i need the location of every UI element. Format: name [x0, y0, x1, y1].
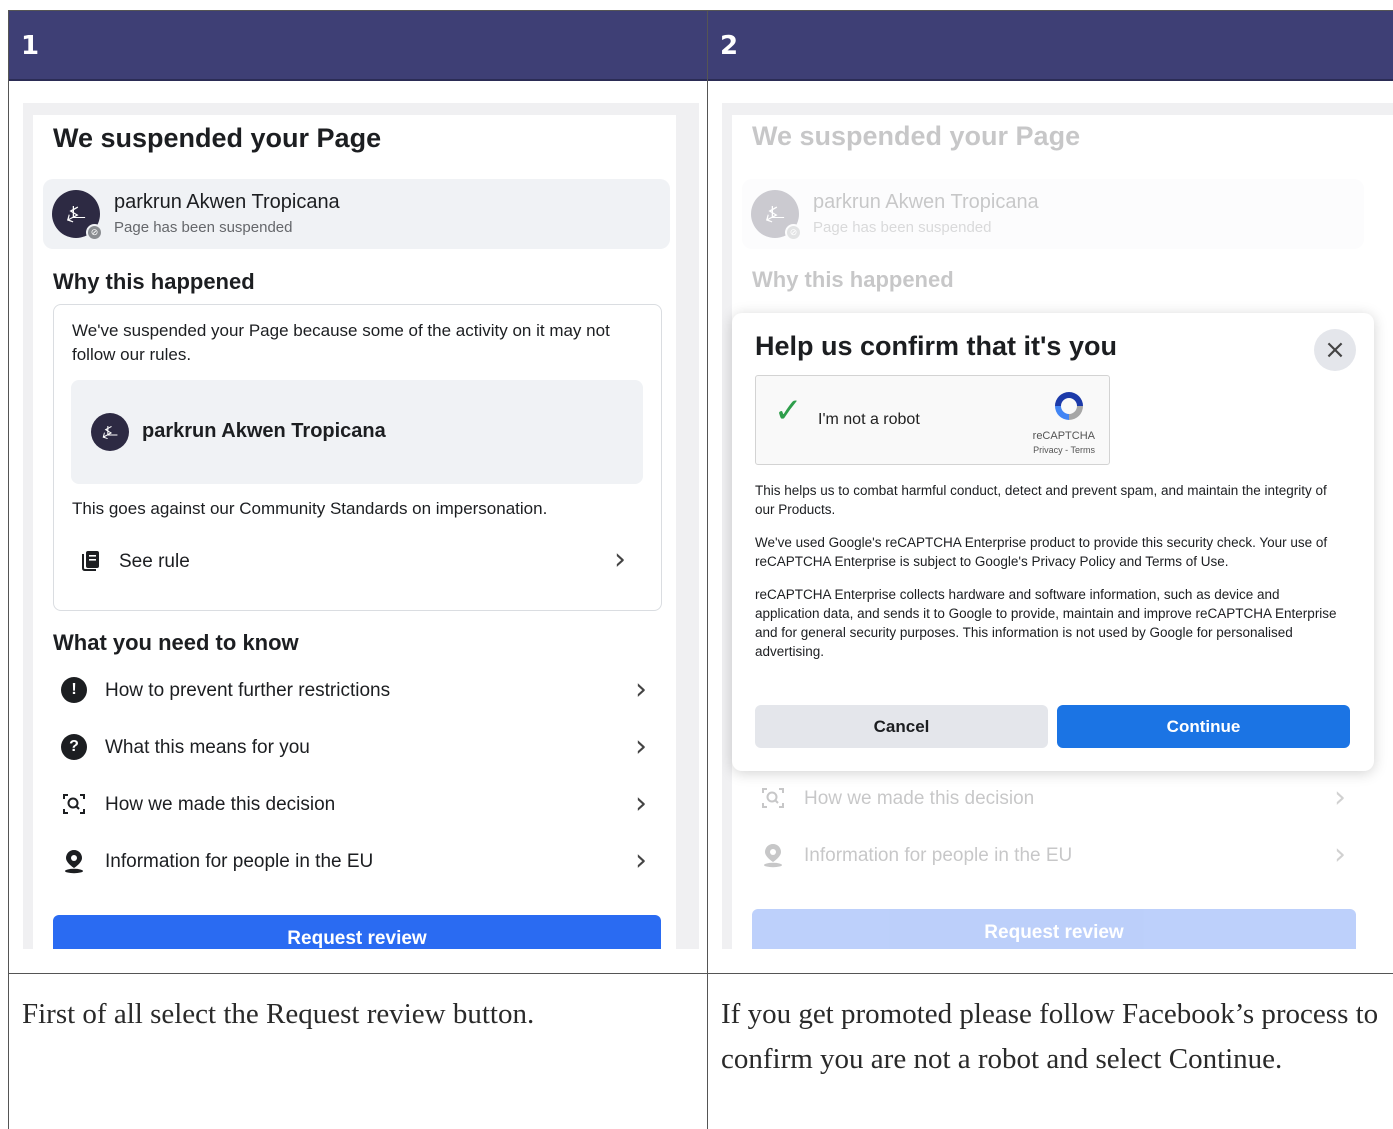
chevron-right-icon: › — [635, 729, 647, 764]
step-2-screenshot: We suspended your Page ⍼ ⊘ parkrun Akwen… — [722, 103, 1393, 949]
standard-text: This goes against our Community Standard… — [72, 499, 548, 518]
captcha-brand: reCAPTCHA — [1032, 430, 1095, 442]
avatar: ⍼ — [91, 413, 129, 451]
know-item-label: Information for people in the EU — [804, 845, 1073, 866]
step-2-caption: If you get promoted please follow Facebo… — [708, 973, 1393, 1129]
know-item-prevent-restrictions[interactable]: ! How to prevent further restrictions › — [57, 671, 647, 711]
tree-icon: ⍼ — [66, 201, 86, 226]
step-1-caption: First of all select the Request review b… — [9, 973, 707, 1129]
chevron-right-icon: › — [635, 786, 647, 821]
suspension-sheet: We suspended your Page ⍼ ⊘ parkrun Akwen… — [33, 115, 676, 949]
dialog-title: Help us confirm that it's you — [755, 331, 1117, 361]
chevron-right-icon: › — [614, 542, 626, 577]
reason-text: We've suspended your Page because some o… — [72, 321, 610, 364]
chevron-right-icon: › — [635, 843, 647, 878]
close-icon[interactable]: × — [1314, 329, 1356, 371]
page-status: Page has been suspended — [114, 219, 293, 236]
tree-icon: ⍼ — [102, 422, 118, 442]
know-item-what-this-means[interactable]: ? What this means for you › — [57, 728, 647, 768]
avatar: ⍼ ⊘ — [52, 190, 103, 241]
page-title: We suspended your Page — [53, 123, 382, 153]
know-item-label: What this means for you — [105, 737, 310, 758]
tree-icon: ⍼ — [765, 201, 785, 226]
step-1-header: 1 — [9, 11, 707, 81]
confirm-identity-dialog: Help us confirm that it's you × ✓ I'm no… — [732, 313, 1374, 771]
dialog-paragraph: reCAPTCHA Enterprise collects hardware a… — [755, 587, 1337, 659]
suspension-sheet: We suspended your Page ⍼ ⊘ parkrun Akwen… — [732, 115, 1393, 949]
question-icon: ? — [61, 734, 87, 760]
why-heading: Why this happened — [53, 269, 255, 294]
step-number: 1 — [21, 31, 40, 61]
page-reference-card: ⍼ parkrun Akwen Tropicana — [71, 380, 643, 484]
step-2-column: 2 We suspended your Page ⍼ ⊘ parkrun Akw… — [708, 11, 1393, 1129]
page-name: parkrun Akwen Tropicana — [114, 191, 340, 213]
know-heading: What you need to know — [53, 630, 299, 655]
page-status: Page has been suspended — [813, 219, 992, 236]
step-2-header: 2 — [708, 11, 1393, 81]
location-pin-icon — [760, 842, 786, 868]
reason-box: We've suspended your Page because some o… — [53, 304, 662, 611]
chevron-right-icon: › — [635, 672, 647, 707]
dialog-paragraph: This helps us to combat harmful conduct,… — [755, 483, 1327, 517]
know-item-label: How we made this decision — [804, 788, 1035, 809]
checkmark-icon: ✓ — [774, 391, 803, 431]
location-pin-icon — [61, 848, 87, 874]
captcha-label: I'm not a robot — [818, 411, 920, 428]
know-item-label: How we made this decision — [105, 794, 336, 815]
page-card: ⍼ ⊘ parkrun Akwen Tropicana Page has bee… — [742, 179, 1364, 249]
chevron-right-icon: › — [1334, 837, 1346, 872]
page-title: We suspended your Page — [752, 121, 1081, 151]
step-1-column: 1 We suspended your Page ⍼ ⊘ parkrun Akw… — [9, 11, 708, 1129]
exclamation-icon: ! — [61, 677, 87, 703]
request-review-button[interactable]: Request review — [53, 915, 661, 949]
why-heading: Why this happened — [752, 267, 954, 292]
captcha-links[interactable]: Privacy - Terms — [1033, 445, 1095, 455]
restricted-badge-icon: ⊘ — [785, 224, 802, 241]
avatar: ⍼ ⊘ — [751, 190, 802, 241]
know-item-how-decided[interactable]: How we made this decision › — [57, 785, 647, 825]
step-1-screenshot: We suspended your Page ⍼ ⊘ parkrun Akwen… — [23, 103, 699, 949]
dialog-paragraph: We've used Google's reCAPTCHA Enterprise… — [755, 535, 1328, 569]
see-rule-link[interactable]: See rule › — [72, 542, 632, 577]
page-card: ⍼ ⊘ parkrun Akwen Tropicana Page has bee… — [43, 179, 670, 249]
rulebook-icon — [80, 549, 102, 577]
know-item-label: How to prevent further restrictions — [105, 680, 391, 701]
page-name: parkrun Akwen Tropicana — [142, 420, 386, 442]
page-name: parkrun Akwen Tropicana — [813, 191, 1039, 213]
step-number: 2 — [720, 31, 739, 61]
restricted-badge-icon: ⊘ — [86, 224, 103, 241]
continue-button[interactable]: Continue — [1057, 705, 1350, 748]
instruction-grid: 1 We suspended your Page ⍼ ⊘ parkrun Akw… — [8, 10, 1393, 1129]
magnifier-icon — [760, 785, 786, 811]
cancel-button[interactable]: Cancel — [755, 705, 1048, 748]
chevron-right-icon: › — [1334, 780, 1346, 815]
magnifier-icon — [61, 791, 87, 817]
request-review-button: Request review — [752, 909, 1356, 949]
know-item-eu-info[interactable]: Information for people in the EU › — [57, 842, 647, 882]
know-item-label: Information for people in the EU — [105, 851, 374, 872]
know-item-how-decided: How we made this decision › — [756, 779, 1346, 819]
recaptcha-logo-icon — [1051, 388, 1087, 424]
know-item-eu-info: Information for people in the EU › — [756, 836, 1346, 876]
see-rule-label: See rule — [119, 551, 190, 572]
recaptcha-widget[interactable]: ✓ I'm not a robot reCAPTCHA Privacy - Te… — [755, 375, 1110, 465]
